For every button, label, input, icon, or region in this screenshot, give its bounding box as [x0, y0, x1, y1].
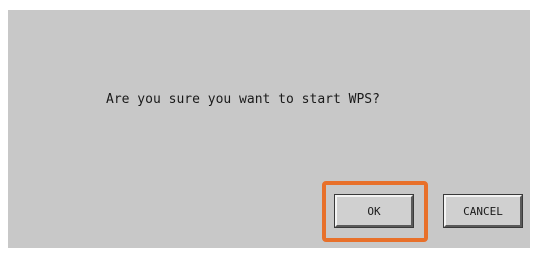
- ok-button[interactable]: OK: [334, 194, 414, 228]
- cancel-button-label: CANCEL: [463, 204, 503, 218]
- cancel-button[interactable]: CANCEL: [443, 194, 523, 228]
- ok-button-label: OK: [367, 204, 381, 218]
- confirm-message: Are you sure you want to start WPS?: [106, 92, 380, 107]
